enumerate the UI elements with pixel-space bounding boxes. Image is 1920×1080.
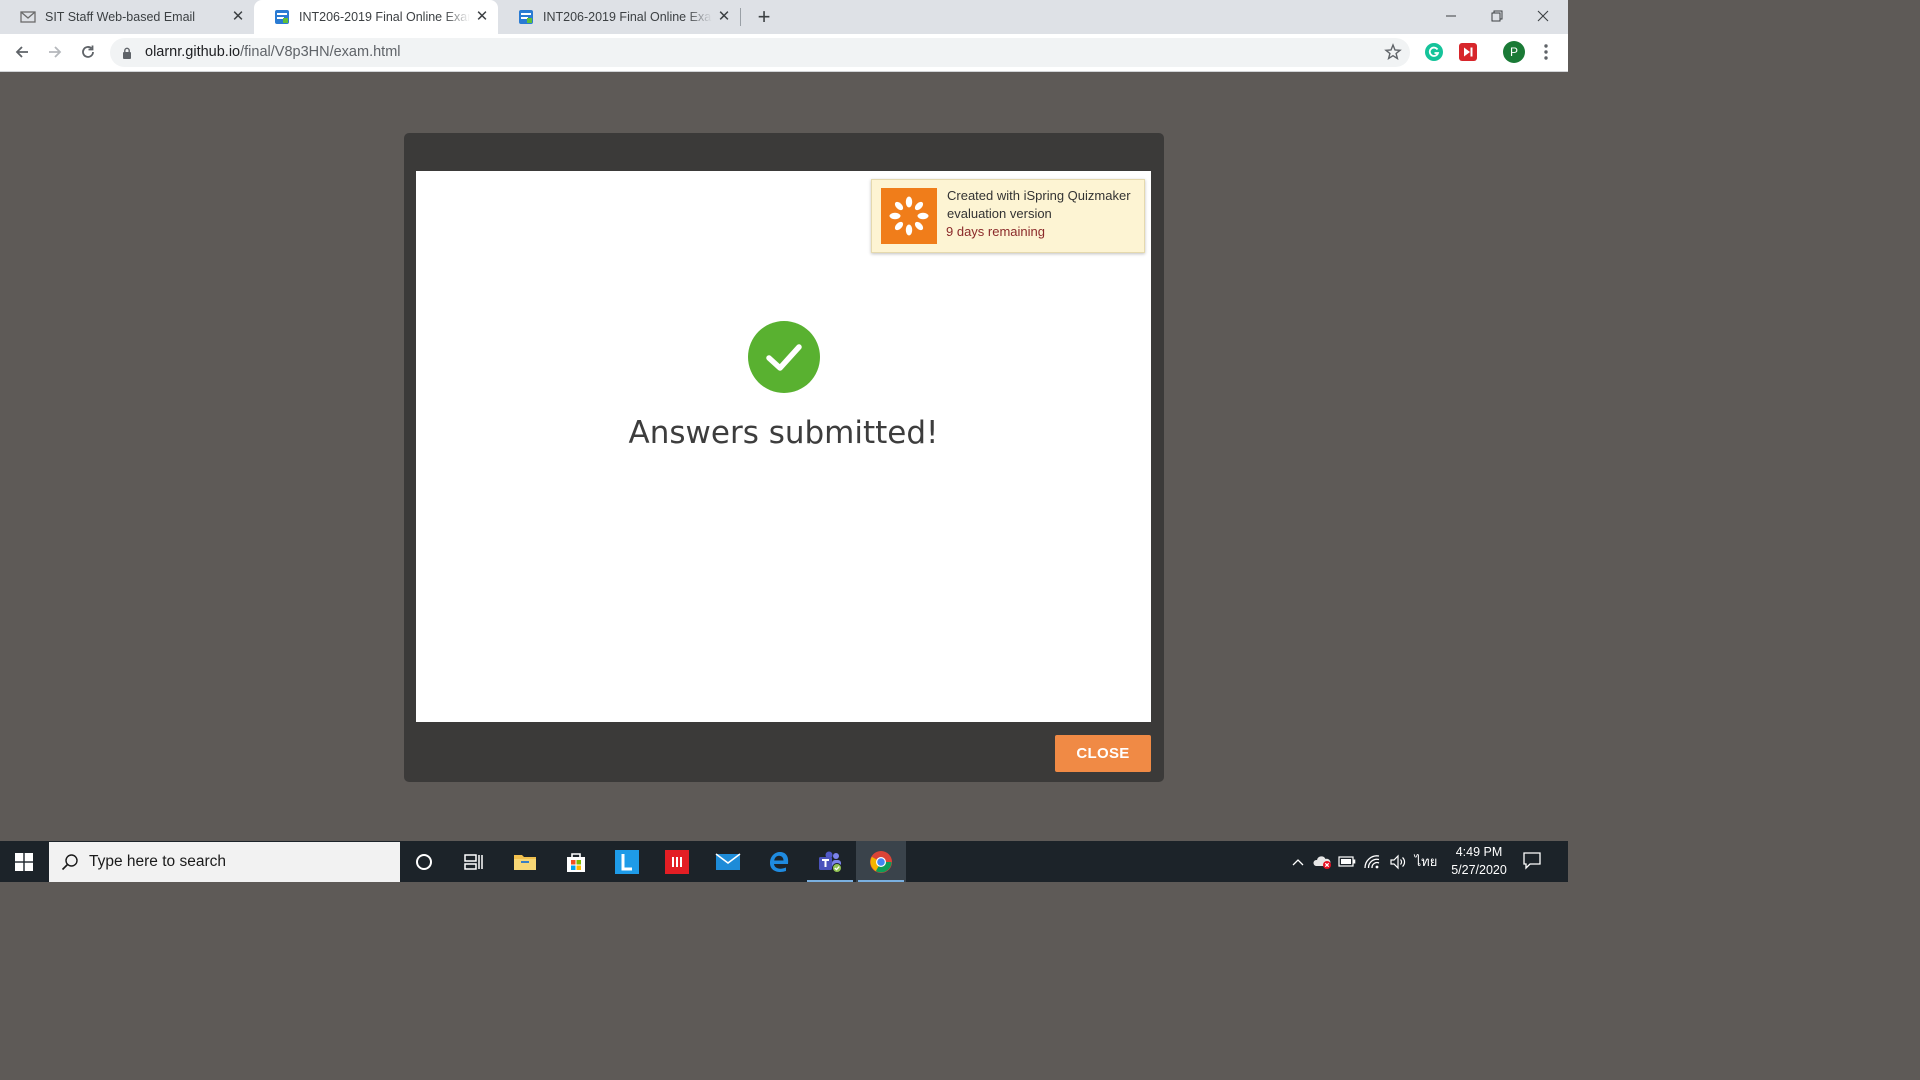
close-button[interactable]: CLOSE: [1055, 735, 1151, 772]
windows-taskbar: Type here to search ไทย 4:49 PM 5/27/202…: [0, 841, 1568, 882]
close-icon: [1537, 10, 1549, 22]
wifi-tray-button[interactable]: [1360, 841, 1384, 882]
window-close-button[interactable]: [1520, 0, 1566, 32]
tab-title: SIT Staff Web-based Email: [45, 10, 196, 24]
mail-app[interactable]: [703, 841, 753, 882]
start-button[interactable]: [0, 841, 48, 882]
battery-icon: [1338, 856, 1356, 867]
badge-line-2: evaluation version: [947, 206, 1052, 221]
speaker-icon: [1390, 854, 1406, 869]
mail-icon: [20, 9, 36, 25]
red-app[interactable]: [652, 841, 702, 882]
new-tab-button[interactable]: +: [752, 4, 776, 30]
submission-message: Answers submitted!: [628, 415, 939, 451]
tab-close-icon[interactable]: ✕: [716, 9, 732, 25]
forward-button[interactable]: [41, 38, 69, 66]
url-path: /final/V8p3HN/exam.html: [240, 44, 401, 60]
chrome-app[interactable]: [856, 841, 906, 882]
folder-icon: [514, 854, 536, 870]
address-bar[interactable]: olarnr.github.io/final/V8p3HN/exam.html: [110, 38, 1410, 67]
taskbar-search-input[interactable]: Type here to search: [49, 842, 400, 882]
tab-close-icon[interactable]: ✕: [230, 9, 246, 25]
teams-app[interactable]: [805, 841, 855, 882]
url-text: olarnr.github.io/final/V8p3HN/exam.html: [145, 44, 401, 60]
edge-app[interactable]: [754, 841, 804, 882]
input-language-button[interactable]: ไทย: [1412, 841, 1440, 882]
clock-time: 4:49 PM: [1455, 845, 1503, 859]
ispring-evaluation-badge: Created with iSpring Quizmaker evaluatio…: [871, 179, 1145, 253]
browser-tab-strip: SIT Staff Web-based Email ✕ INT206-2019 …: [0, 0, 1568, 34]
cloud-error-icon: [1313, 855, 1331, 869]
launcher-l-app[interactable]: [602, 841, 652, 882]
file-explorer-app[interactable]: [500, 841, 550, 882]
back-button[interactable]: [8, 38, 36, 66]
red-bars-app-icon: [665, 849, 689, 874]
more-vertical-icon[interactable]: [1538, 42, 1554, 62]
windows-logo-icon: [15, 852, 33, 871]
envelope-icon: [715, 852, 741, 870]
chrome-icon: [870, 850, 892, 873]
url-domain: olarnr.github.io: [145, 44, 241, 60]
tab-close-icon[interactable]: ✕: [474, 9, 490, 25]
success-check-icon: [748, 321, 820, 393]
notification-icon: [1523, 852, 1541, 870]
browser-toolbar: olarnr.github.io/final/V8p3HN/exam.html …: [0, 34, 1568, 72]
tab-final-exam-2[interactable]: INT206-2019 Final Online Exam F ✕: [498, 0, 740, 34]
edge-browser-icon: [770, 851, 789, 872]
reload-button[interactable]: [74, 38, 102, 66]
chevron-up-icon: [1292, 858, 1304, 865]
cortana-circle-icon: [416, 853, 432, 870]
bookmark-star-icon[interactable]: [1384, 43, 1402, 66]
minimize-icon: [1446, 15, 1456, 17]
result-dialog: Created with iSpring Quizmaker evaluatio…: [404, 133, 1164, 782]
profile-avatar[interactable]: P: [1503, 41, 1525, 63]
tab-separator: [740, 8, 741, 26]
teams-icon: [819, 851, 842, 873]
dialog-content: Created with iSpring Quizmaker evaluatio…: [416, 171, 1151, 722]
show-hidden-icons-button[interactable]: [1288, 841, 1308, 882]
arrow-left-icon: [15, 46, 28, 58]
grammarly-extension-icon[interactable]: [1425, 43, 1443, 61]
taskbar-clock[interactable]: 4:49 PM 5/27/2020: [1440, 843, 1518, 879]
search-placeholder: Type here to search: [89, 853, 226, 870]
restore-button[interactable]: [1474, 0, 1520, 32]
tab-final-exam-active[interactable]: INT206-2019 Final Online Exam F ✕: [254, 0, 498, 34]
minimize-button[interactable]: [1428, 0, 1474, 32]
wifi-icon: [1364, 854, 1380, 868]
volume-tray-button[interactable]: [1386, 841, 1410, 882]
tab-sit-email[interactable]: SIT Staff Web-based Email ✕: [0, 0, 254, 34]
badge-line-1: Created with iSpring Quizmaker: [947, 188, 1131, 203]
task-view-button[interactable]: [449, 841, 499, 882]
cortana-button[interactable]: [399, 841, 449, 882]
battery-tray-button[interactable]: [1336, 841, 1358, 882]
microsoft-store-app[interactable]: [551, 841, 601, 882]
restore-icon: [1491, 10, 1503, 22]
reload-icon: [82, 45, 94, 58]
task-view-icon: [464, 853, 483, 870]
search-icon: [61, 853, 79, 876]
tab-title: INT206-2019 Final Online Exam F: [299, 10, 470, 24]
quiz-icon: [518, 9, 534, 25]
tab-title: INT206-2019 Final Online Exam F: [543, 10, 712, 24]
letter-l-app-icon: [615, 849, 639, 874]
arrow-right-icon: [49, 46, 62, 58]
action-center-button[interactable]: [1522, 850, 1542, 875]
store-bag-icon: [567, 852, 585, 872]
lock-icon: [122, 46, 132, 64]
video-extension-icon[interactable]: [1459, 43, 1477, 61]
quiz-icon: [274, 9, 290, 25]
onedrive-tray-button[interactable]: [1312, 841, 1334, 882]
badge-days-remaining: 9 days remaining: [946, 224, 1045, 239]
clock-date: 5/27/2020: [1451, 863, 1507, 877]
ispring-logo-icon: [881, 188, 937, 244]
